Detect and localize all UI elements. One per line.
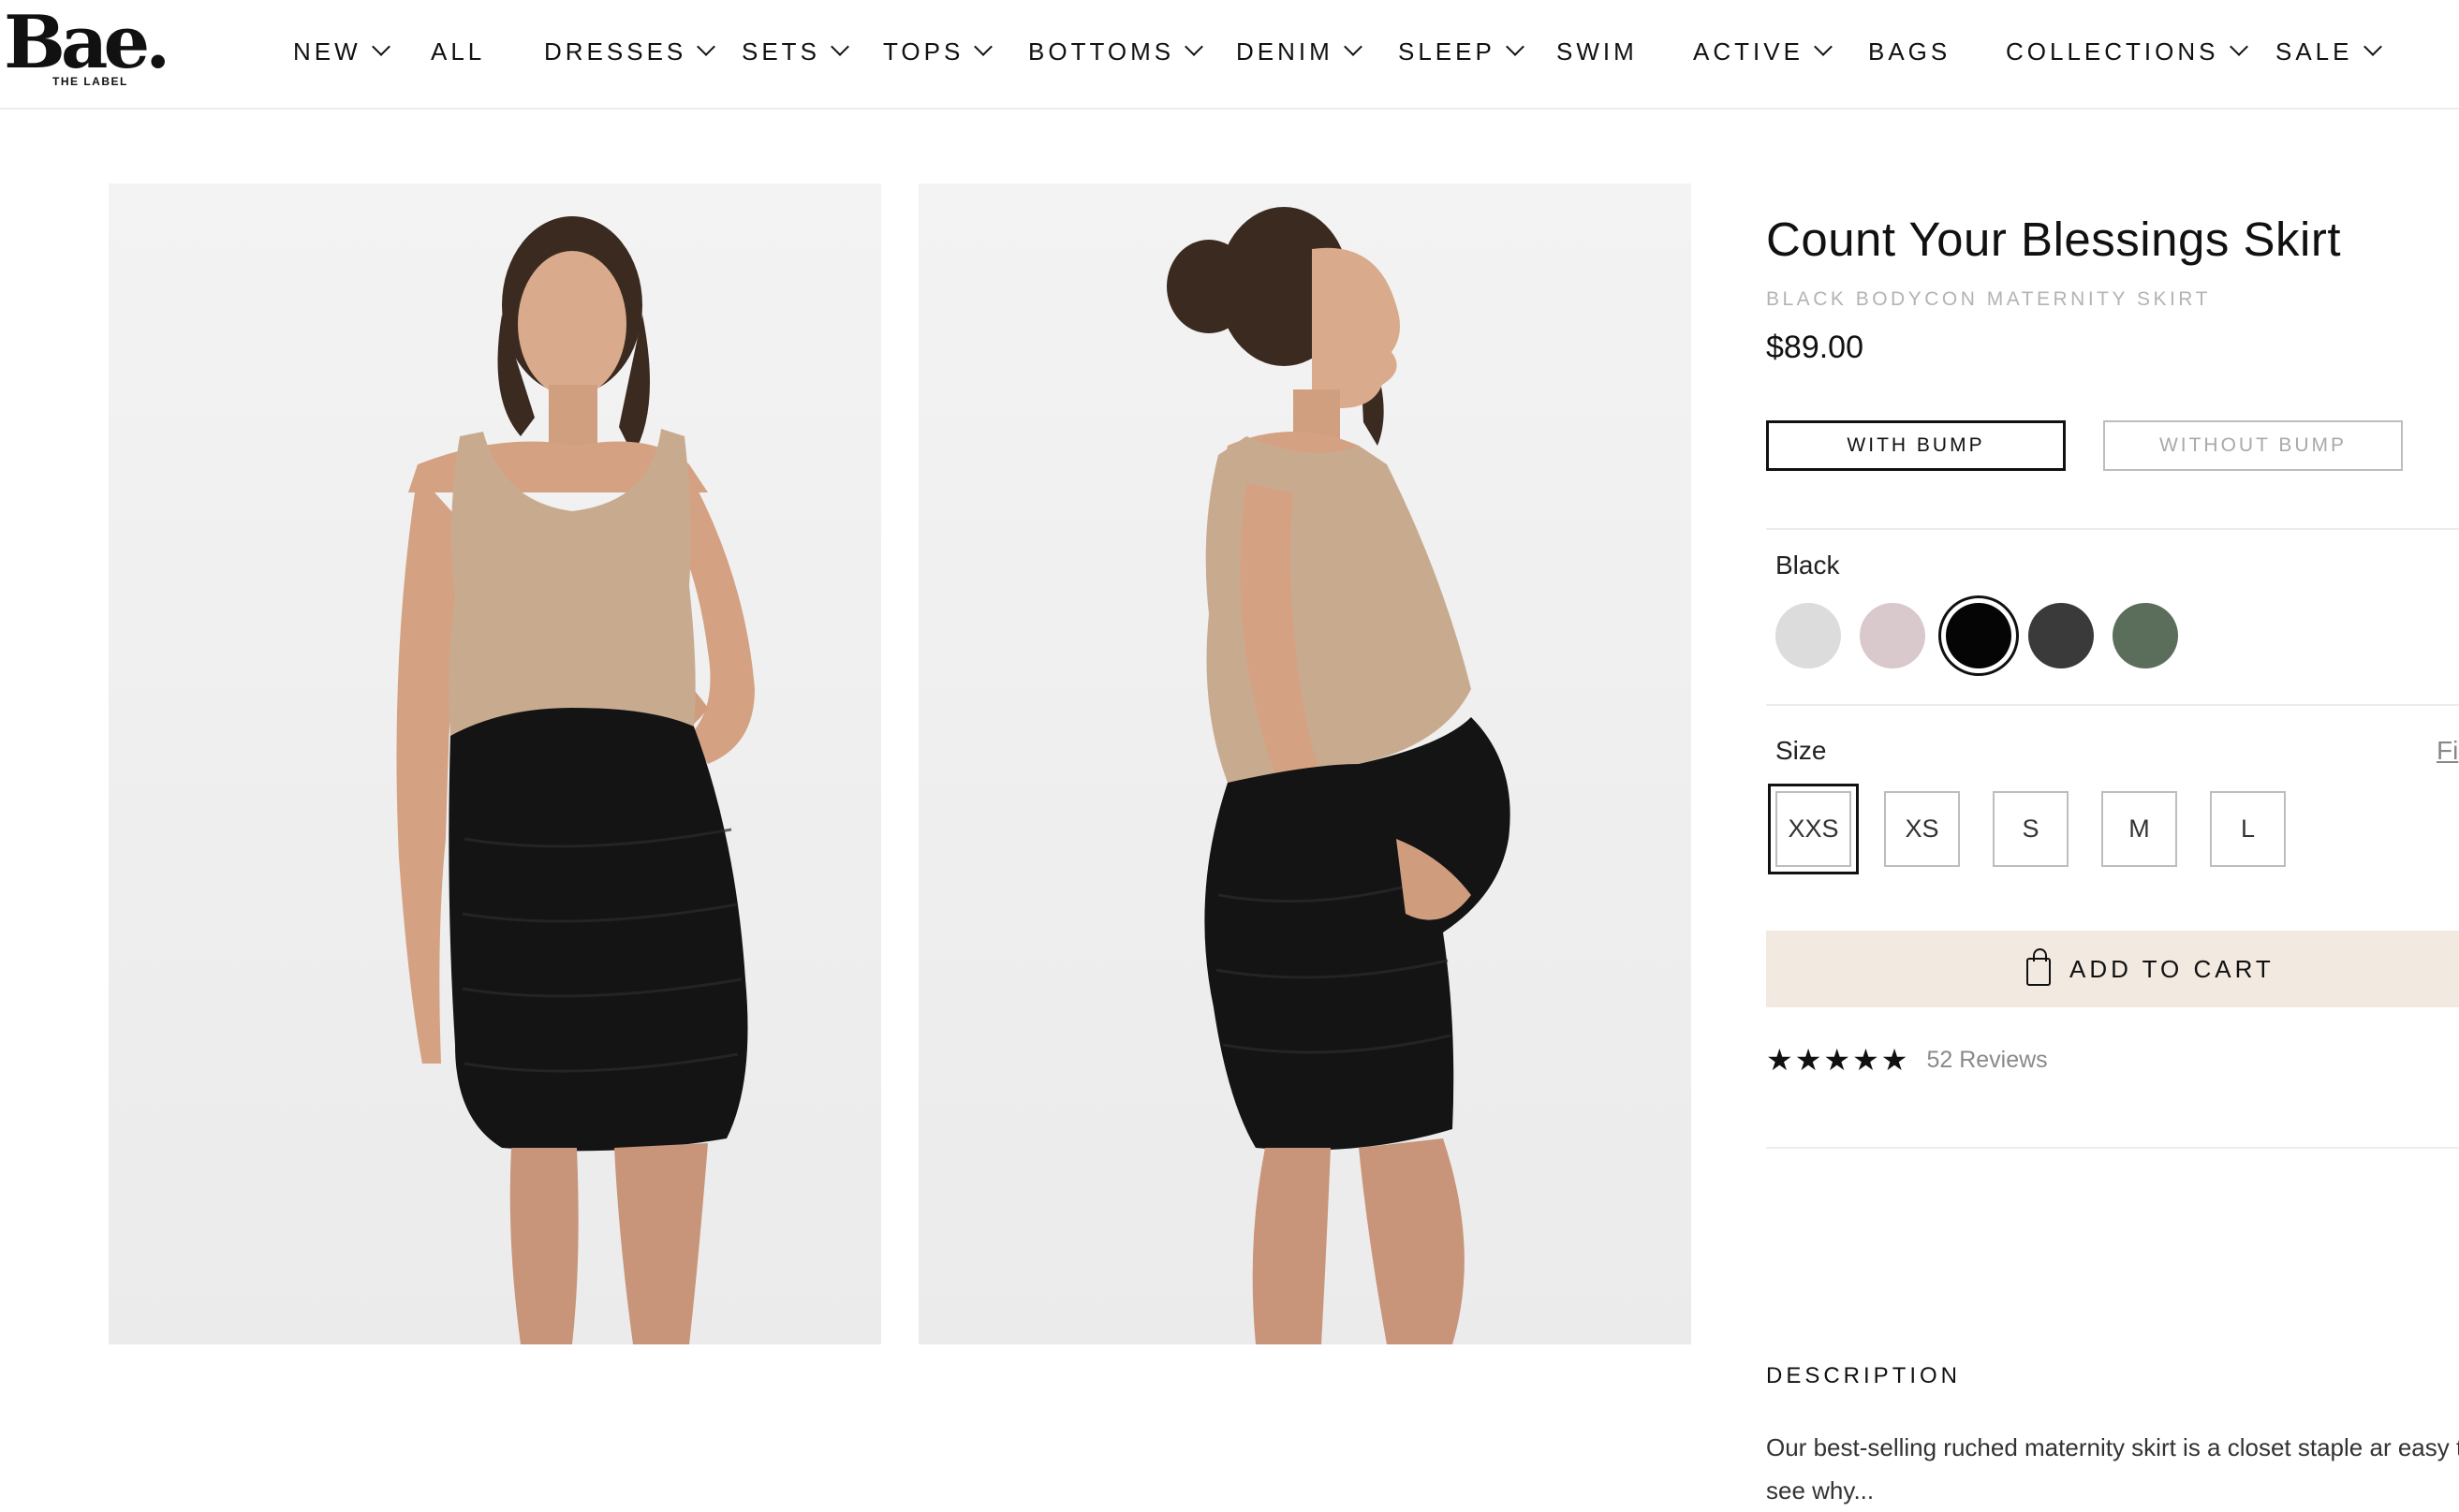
divider	[1766, 704, 2459, 706]
size-s[interactable]: S	[1993, 791, 2069, 867]
chevron-down-icon	[831, 37, 849, 56]
description-heading[interactable]: DESCRIPTION	[1766, 1363, 1961, 1389]
rating-summary[interactable]: ★ ★ ★ ★ ★ 52 Reviews	[1766, 1045, 2048, 1075]
nav-item-denim[interactable]: DENIM	[1236, 36, 1362, 67]
size-xxs[interactable]: XXS	[1768, 784, 1859, 874]
nav-item-all[interactable]: ALL	[431, 36, 485, 67]
star-icon: ★	[1823, 1043, 1851, 1077]
star-icon: ★	[1766, 1043, 1793, 1077]
model-side-illustration	[1167, 207, 1510, 1344]
star-icon: ★	[1880, 1043, 1908, 1077]
nav-label: BAGS	[1868, 37, 1951, 66]
nav-item-tops[interactable]: TOPS	[883, 36, 994, 67]
divider	[1766, 1147, 2459, 1149]
nav-item-bottoms[interactable]: BOTTOMS	[1028, 36, 1203, 67]
description-text: Our best-selling ruched maternity skirt …	[1766, 1433, 2459, 1505]
swatch-black[interactable]	[1946, 603, 2011, 668]
size-xs[interactable]: XS	[1884, 791, 1960, 867]
product-price: $89.00	[1766, 330, 1863, 365]
size-m[interactable]: M	[2101, 791, 2177, 867]
product-image-front[interactable]	[109, 183, 881, 1344]
add-to-cart-label: ADD TO CART	[2069, 954, 2275, 983]
swatch-sage[interactable]	[2113, 603, 2178, 668]
nav-label: SWIM	[1556, 37, 1638, 66]
main-nav: NEW ALL DRESSES SETS TOPS BOTTOMS DENIM …	[0, 0, 2459, 103]
nav-item-sleep[interactable]: SLEEP	[1398, 36, 1524, 67]
nav-label: DRESSES	[544, 37, 687, 66]
product-subtitle: BLACK BODYCON MATERNITY SKIRT	[1766, 288, 2211, 310]
fit-guide-link[interactable]: Fi	[2437, 736, 2459, 766]
swatch-grey[interactable]	[1775, 603, 1841, 668]
nav-label: SALE	[2275, 37, 2353, 66]
nav-item-sale[interactable]: SALE	[2275, 36, 2382, 67]
nav-label: ACTIVE	[1693, 37, 1804, 66]
nav-item-collections[interactable]: COLLECTIONS	[2006, 36, 2248, 67]
nav-label: TOPS	[883, 37, 964, 66]
model-front-illustration	[396, 216, 755, 1344]
swatch-charcoal[interactable]	[2028, 603, 2094, 668]
nav-item-swim[interactable]: SWIM	[1556, 36, 1638, 67]
nav-label: BOTTOMS	[1028, 37, 1175, 66]
nav-item-bags[interactable]: BAGS	[1868, 36, 1951, 67]
star-icon: ★	[1852, 1043, 1879, 1077]
chevron-down-icon	[697, 37, 716, 56]
nav-item-new[interactable]: NEW	[293, 36, 390, 67]
add-to-cart-button[interactable]: ADD TO CART	[1766, 931, 2459, 1007]
chevron-down-icon	[1185, 37, 1203, 56]
nav-label: NEW	[293, 37, 361, 66]
nav-label: COLLECTIONS	[2006, 37, 2219, 66]
chevron-down-icon	[1505, 37, 1524, 56]
nav-label: SETS	[742, 37, 820, 66]
chevron-down-icon	[371, 37, 390, 56]
size-label: Size	[1775, 736, 1827, 765]
nav-label: SLEEP	[1398, 37, 1495, 66]
chevron-down-icon	[974, 37, 994, 56]
reviews-link[interactable]: 52 Reviews	[1926, 1047, 2047, 1074]
nav-item-sets[interactable]: SETS	[742, 36, 849, 67]
shopping-bag-icon	[2026, 948, 2051, 986]
chevron-down-icon	[1343, 37, 1362, 56]
product-image-side[interactable]	[919, 183, 1691, 1344]
site-header: Bae. THE LABEL NEW ALL DRESSES SETS TOPS…	[0, 0, 2459, 110]
nav-item-active[interactable]: ACTIVE	[1693, 36, 1833, 67]
swatch-blush[interactable]	[1860, 603, 1925, 668]
with-bump-button[interactable]: WITH BUMP	[1766, 420, 2066, 471]
product-details: Count Your Blessings Skirt BLACK BODYCON…	[1766, 183, 2459, 1505]
size-l[interactable]: L	[2210, 791, 2286, 867]
chevron-down-icon	[1814, 37, 1833, 56]
product-title: Count Your Blessings Skirt	[1766, 213, 2341, 266]
chevron-down-icon	[2229, 37, 2248, 56]
star-icon: ★	[1794, 1043, 1822, 1077]
nav-label: ALL	[431, 37, 486, 66]
nav-label: DENIM	[1236, 37, 1333, 66]
color-label: Black	[1775, 550, 1840, 580]
divider	[1766, 528, 2459, 530]
without-bump-button[interactable]: WITHOUT BUMP	[2103, 420, 2403, 471]
chevron-down-icon	[2363, 37, 2382, 56]
nav-item-dresses[interactable]: DRESSES	[544, 36, 716, 67]
